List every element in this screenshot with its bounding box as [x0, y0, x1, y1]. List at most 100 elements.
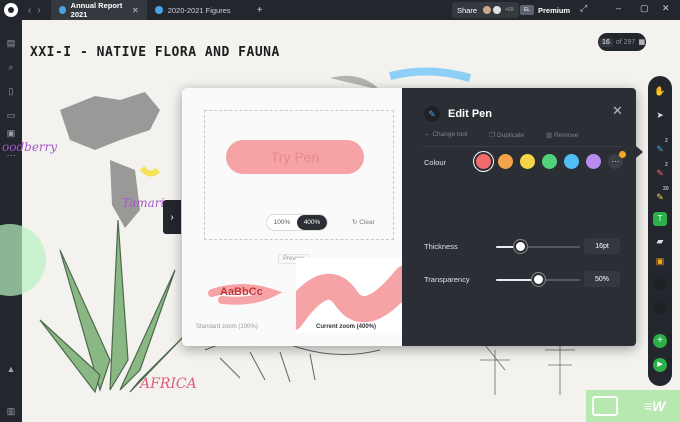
empty-slot-icon[interactable]: [653, 276, 667, 290]
document-icon[interactable]: ▤: [6, 38, 16, 48]
screen-capture-icon: [592, 396, 618, 416]
remove-button[interactable]: ▥ Remove: [546, 131, 578, 139]
forward-arrow-icon[interactable]: ›: [37, 5, 40, 16]
empty-slot-icon[interactable]: [653, 300, 667, 314]
eraser-tool-icon[interactable]: ▰: [653, 234, 667, 248]
expand-icon[interactable]: ⤢: [580, 3, 587, 14]
clear-label: Clear: [359, 219, 375, 226]
remove-label: Remove: [554, 132, 579, 139]
current-page: 16: [599, 37, 613, 47]
colour-swatches: ⋯: [476, 151, 626, 169]
zoom-toggle[interactable]: 100% 400%: [266, 214, 328, 231]
zoom-400-option[interactable]: 400%: [297, 215, 327, 230]
edit-pen-dialog: Try Pen 100% 400% ↻ Clear Preview AaBbCc…: [182, 88, 636, 346]
grid-view-icon[interactable]: ▦: [638, 38, 645, 46]
tab-figures[interactable]: 2020-2021 Figures: [147, 0, 251, 20]
thickness-slider[interactable]: [496, 240, 580, 253]
clear-icon: ↻: [352, 219, 358, 226]
add-icon[interactable]: +: [653, 334, 667, 348]
tab-annual-report[interactable]: Annual Report 2021 ✕: [50, 0, 147, 20]
image-icon[interactable]: ▲: [6, 364, 16, 374]
page-indicator[interactable]: 16 of 297 ▦: [598, 33, 646, 51]
label-africa: AFRICA: [140, 376, 197, 392]
screen-capture-overlay[interactable]: ≡W: [586, 390, 680, 422]
right-toolbar: ✋ ➤ ✎ 2 ✎ 2 ✎ 20 T ▰ ▣ + ▶: [648, 76, 672, 386]
transparency-handle[interactable]: [532, 273, 545, 286]
dialog-title: Edit Pen: [448, 108, 493, 120]
pen-icon: ✎: [424, 106, 440, 122]
blue-highlight: [389, 67, 472, 82]
maximize-icon[interactable]: ▢: [640, 3, 649, 14]
select-tool-icon[interactable]: ➤: [653, 108, 667, 122]
page-title: XXI-I - NATIVE FLORA AND FAUNA: [30, 45, 280, 60]
divider: [422, 146, 622, 147]
premium-button[interactable]: EL Premium: [520, 2, 570, 18]
close-icon[interactable]: ✕: [612, 103, 623, 119]
book-icon[interactable]: ▯: [6, 86, 16, 96]
standard-sample-stroke: AaBbCc: [208, 284, 283, 305]
trash-icon: ▥: [546, 132, 553, 139]
back-arrow-icon[interactable]: ‹: [28, 5, 31, 16]
text-tool-icon[interactable]: T: [653, 212, 667, 226]
zoom-100-option[interactable]: 100%: [267, 215, 297, 230]
pen-tool-icon[interactable]: ✎: [653, 142, 667, 156]
standard-zoom-sample: AaBbCc: [192, 268, 292, 328]
popover-caret: [636, 146, 643, 158]
clear-button[interactable]: ↻ Clear: [352, 218, 375, 226]
pen-settings-panel: ✎ Edit Pen ✕ ← Change tool ❐ Duplicate ▥…: [402, 88, 636, 346]
yellow-highlight: [139, 166, 161, 177]
copy-icon: ❐: [489, 132, 496, 139]
close-window-icon[interactable]: ✕: [662, 3, 670, 14]
colour-swatch[interactable]: [520, 154, 535, 169]
colour-swatch[interactable]: [586, 154, 601, 169]
transparency-value[interactable]: 50%: [584, 271, 620, 287]
avatar: [492, 5, 503, 15]
folder-icon[interactable]: ▭: [6, 110, 16, 120]
document-icon: [154, 6, 163, 14]
colour-swatch[interactable]: [476, 154, 491, 169]
try-pen-stroke[interactable]: Try Pen: [226, 140, 364, 174]
arrow-left-icon: ←: [424, 131, 431, 138]
inbox-icon[interactable]: ▣: [6, 128, 16, 138]
change-tool-button[interactable]: ← Change tool: [424, 131, 467, 139]
sticky-note-icon[interactable]: ▣: [653, 254, 667, 268]
highlighter-tool-icon[interactable]: ✎: [653, 190, 667, 204]
colour-swatch[interactable]: [564, 154, 579, 169]
transparency-label: Transparency: [424, 275, 470, 284]
left-sidebar: ▤ ⌕ ▯ ▭ ▣ ⋯ ▲ ▥: [0, 20, 22, 422]
search-icon[interactable]: ⌕: [6, 62, 16, 72]
duplicate-button[interactable]: ❐ Duplicate: [489, 131, 524, 139]
aloe-plant-sketch: [39, 219, 191, 394]
minimize-icon[interactable]: –: [616, 3, 621, 13]
pen-badge: 2: [665, 138, 668, 144]
transparency-slider[interactable]: [496, 273, 580, 286]
expand-panel-button[interactable]: ›: [163, 200, 181, 234]
thickness-label: Thickness: [424, 242, 458, 251]
highlighter-badge: 20: [663, 186, 669, 192]
app-logo-icon[interactable]: [4, 3, 18, 17]
caption-standard-zoom: Standard zoom (100%): [196, 324, 258, 330]
label-woodberry: oodberry: [2, 140, 58, 154]
marker-tool-icon[interactable]: ✎: [653, 166, 667, 180]
colour-swatch[interactable]: [542, 154, 557, 169]
new-tab-icon[interactable]: +: [257, 5, 263, 16]
tab-label: 2020-2021 Figures: [167, 5, 231, 15]
collaborator-count: +59: [505, 7, 514, 13]
sample-text: AaBbCc: [220, 286, 263, 298]
thickness-value[interactable]: 16pt: [584, 238, 620, 254]
colour-swatch[interactable]: [498, 154, 513, 169]
caption-current-zoom: Current zoom (400%): [316, 324, 377, 330]
thickness-handle[interactable]: [513, 240, 527, 253]
share-button[interactable]: Share +59: [452, 2, 519, 18]
account-badge: EL: [520, 5, 534, 15]
record-icon[interactable]: ▶: [653, 358, 667, 372]
hand-tool-icon[interactable]: ✋: [653, 84, 667, 98]
colour-label: Colour: [424, 158, 447, 167]
trash-icon[interactable]: ▥: [6, 406, 16, 416]
more-colours-icon[interactable]: ⋯: [608, 151, 626, 169]
close-tab-icon[interactable]: ✕: [132, 6, 139, 15]
duplicate-label: Duplicate: [497, 132, 525, 139]
pen-preview-panel: Try Pen 100% 400% ↻ Clear Preview AaBbCc…: [182, 88, 419, 346]
tab-label: Annual Report 2021: [70, 1, 123, 19]
change-tool-label: Change tool: [432, 131, 468, 138]
